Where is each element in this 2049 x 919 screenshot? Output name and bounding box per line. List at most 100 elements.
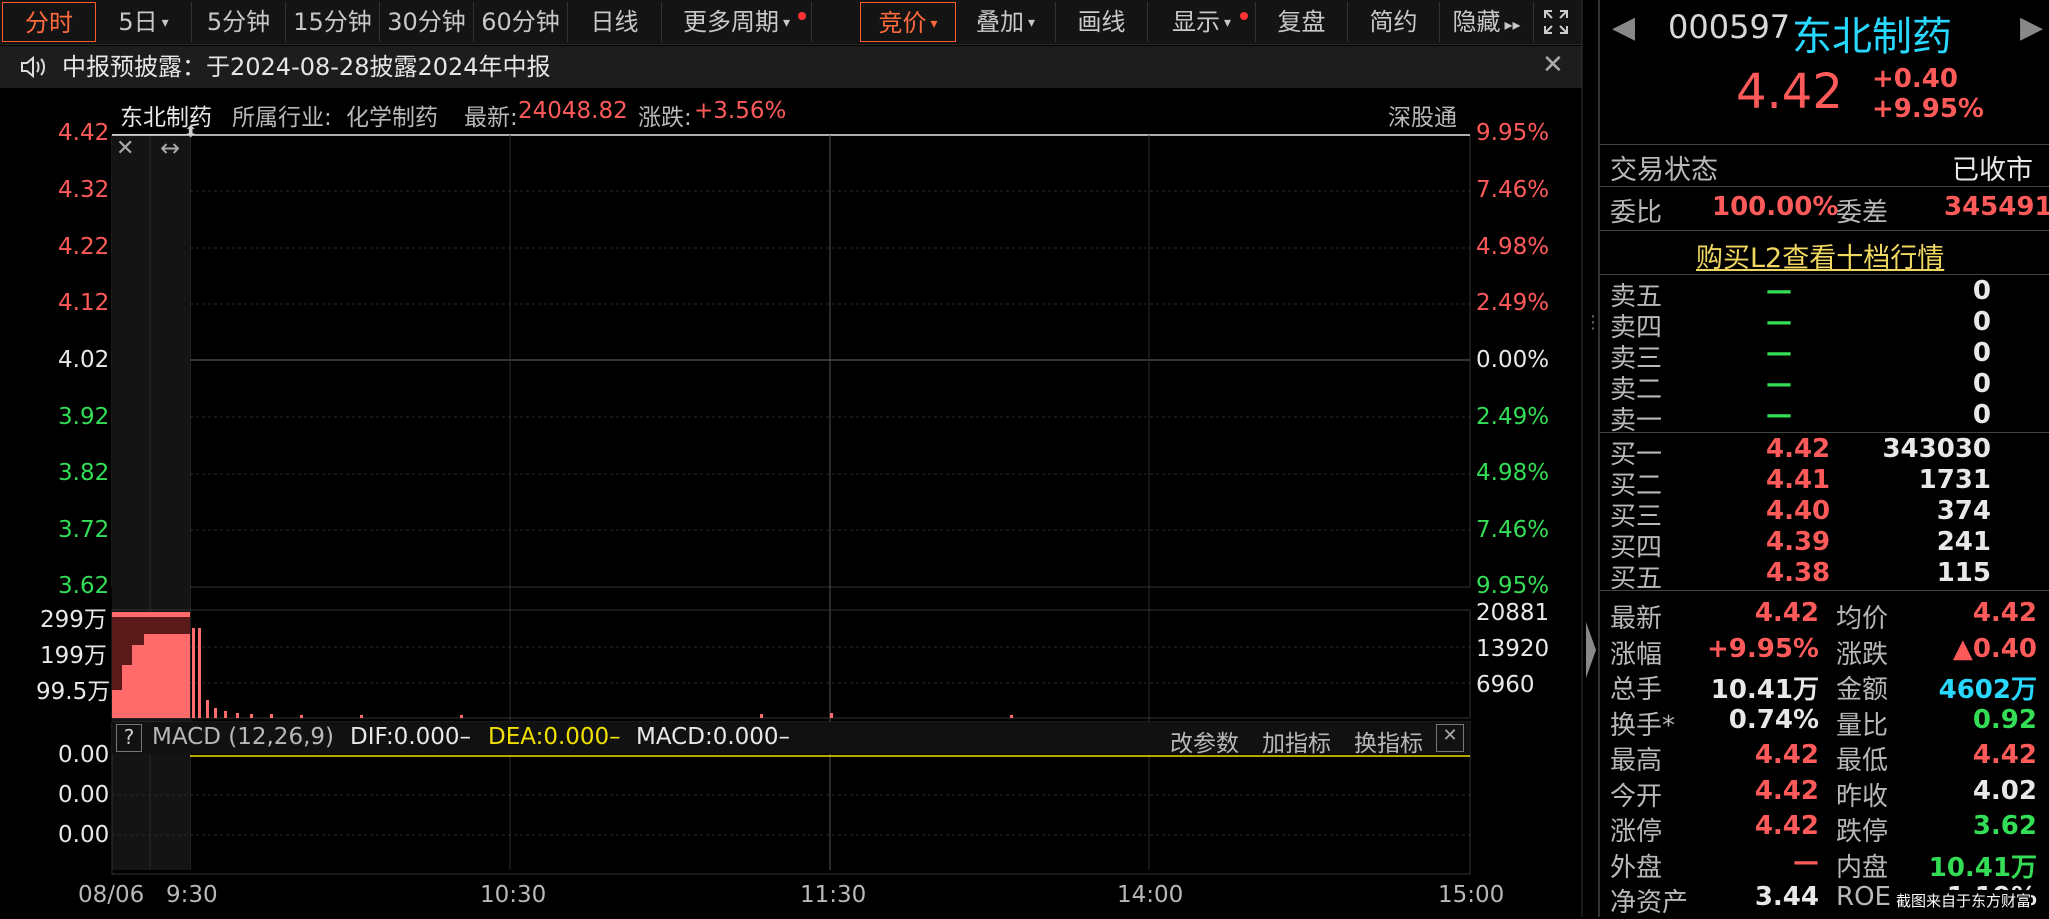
- price-panel-frame: [111, 134, 1471, 588]
- switch-indicator-button[interactable]: 换指标: [1354, 724, 1423, 758]
- next-stock-icon[interactable]: ▶: [2020, 10, 2043, 45]
- pct-tick: 2.49%: [1476, 404, 1550, 430]
- time-tick: 10:30: [480, 882, 547, 908]
- pct-tick: 0.00%: [1476, 347, 1550, 373]
- pct-tick: 7.46%: [1476, 517, 1550, 543]
- buy-volume: 115: [1936, 558, 1991, 588]
- price-change-pct: +9.95%: [1872, 94, 1984, 124]
- time-tick: 9:30: [166, 882, 218, 908]
- volume-tick: 299万: [40, 607, 107, 633]
- stat-label: 内盘: [1836, 852, 1889, 883]
- price-tick: 4.22: [58, 234, 110, 260]
- price-tick: 3.82: [58, 460, 110, 486]
- volume-bar: [214, 708, 217, 718]
- buy-price: 4.39: [1766, 527, 1831, 557]
- sell-volume: 0: [1972, 369, 1991, 399]
- price-tick: 4.32: [58, 177, 110, 203]
- pct-tick: 7.46%: [1476, 177, 1550, 203]
- time-tick: 14:00: [1117, 882, 1184, 908]
- stat-value: 10.41万: [1928, 852, 2037, 883]
- price-tick: 4.12: [58, 290, 110, 316]
- macd-tick: 0.00: [58, 742, 110, 768]
- help-icon[interactable]: ?: [116, 724, 142, 752]
- volume-bar: [224, 711, 227, 718]
- source-watermark: 截图来自于东方财富: [1896, 890, 2032, 911]
- l2-upgrade-link[interactable]: 购买L2查看十档行情: [1696, 236, 1944, 275]
- stat-value: 4.42: [1754, 811, 1819, 841]
- auction-volume-bars: [112, 612, 190, 718]
- buy-volume: 343030: [1882, 434, 1991, 464]
- stat-label: 金额: [1836, 675, 1889, 705]
- collapse-panel-icon[interactable]: [1584, 620, 1598, 680]
- stat-label: 净资产: [1610, 888, 1689, 918]
- volume-tick: 13920: [1476, 636, 1550, 662]
- buy-volume: 241: [1936, 527, 1991, 557]
- volume-tick: 199万: [40, 643, 107, 669]
- volume-tick: 20881: [1476, 600, 1550, 626]
- weibi-value: 100.00%: [1712, 192, 1839, 222]
- stat-value: 4.42: [1972, 740, 2037, 770]
- price-tick: 4.42: [58, 120, 110, 146]
- close-overlay-icon[interactable]: ✕: [116, 136, 134, 161]
- stat-value: 4.42: [1972, 598, 2037, 628]
- sell-price: —: [1766, 307, 1792, 337]
- stat-value: 0.92: [1972, 704, 2037, 735]
- buy-price: 4.40: [1766, 496, 1831, 526]
- current-price: 4.42: [1736, 64, 1843, 120]
- stat-value: 3.62: [1972, 811, 2037, 841]
- volume-panel-frame: [111, 609, 1471, 719]
- buy-volume: 1731: [1918, 465, 1991, 495]
- pct-tick: 2.49%: [1476, 290, 1550, 316]
- macd-dea: DEA:0.000–: [488, 724, 621, 750]
- macd-close-icon[interactable]: ✕: [1436, 724, 1464, 752]
- add-indicator-button[interactable]: 加指标: [1262, 724, 1331, 758]
- stat-label: 跌停: [1836, 817, 1889, 847]
- weicha-value: 345491: [1944, 192, 2049, 222]
- weicha-label: 委差: [1836, 198, 1889, 228]
- buy-price: 4.41: [1766, 465, 1831, 495]
- stat-value: 4.42: [1754, 775, 1819, 806]
- buy-price: 4.38: [1766, 558, 1831, 588]
- volume-bar: [360, 715, 363, 718]
- volume-bar: [760, 714, 763, 718]
- buy-volume: 374: [1936, 496, 1991, 526]
- volume-bar: [830, 713, 833, 718]
- sell-volume: 0: [1972, 307, 1991, 337]
- macd-dif: DIF:0.000–: [350, 724, 472, 750]
- stat-value: 10.41万: [1710, 675, 1819, 705]
- trading-volume-bars: [192, 628, 1013, 718]
- time-tick: 08/06: [78, 882, 145, 908]
- volume-bar: [112, 690, 122, 718]
- price-tick: 4.02: [58, 347, 110, 373]
- stat-label: 量比: [1836, 710, 1889, 741]
- macd-value: MACD:0.000–: [636, 724, 791, 750]
- stat-label: 昨收: [1836, 781, 1889, 812]
- stat-value: 4602万: [1938, 675, 2037, 705]
- time-tick: 11:30: [800, 882, 867, 908]
- volume-bar: [236, 713, 239, 718]
- sell-price: —: [1766, 369, 1792, 399]
- volume-bar: [132, 645, 144, 718]
- stat-label: 涨幅: [1610, 639, 1663, 670]
- stat-label: 今开: [1610, 781, 1663, 812]
- sell-price: —: [1766, 338, 1792, 368]
- volume-bar: [206, 700, 209, 718]
- pct-tick: 9.95%: [1476, 120, 1550, 146]
- buy-price: 4.42: [1766, 434, 1831, 464]
- volume-tick: 99.5万: [36, 679, 111, 705]
- drag-handle-icon[interactable]: ⬍: [184, 122, 197, 141]
- stat-label: 换手*: [1610, 710, 1676, 741]
- pct-tick: 9.95%: [1476, 573, 1550, 599]
- change-params-button[interactable]: 改参数: [1170, 724, 1239, 758]
- stat-label: 外盘: [1610, 852, 1663, 883]
- sell-volume: 0: [1972, 276, 1991, 306]
- price-tick: 3.62: [58, 573, 110, 599]
- horizontal-resize-icon[interactable]: ↔: [160, 134, 180, 162]
- stat-value: 3.44: [1754, 882, 1819, 912]
- stat-label: 最低: [1836, 746, 1889, 776]
- pct-tick: 4.98%: [1476, 460, 1550, 486]
- macd-name[interactable]: MACD (12,26,9): [152, 724, 334, 750]
- macd-tick: 0.00: [58, 822, 110, 848]
- prev-stock-icon[interactable]: ◀: [1612, 10, 1635, 45]
- volume-bar: [250, 714, 253, 718]
